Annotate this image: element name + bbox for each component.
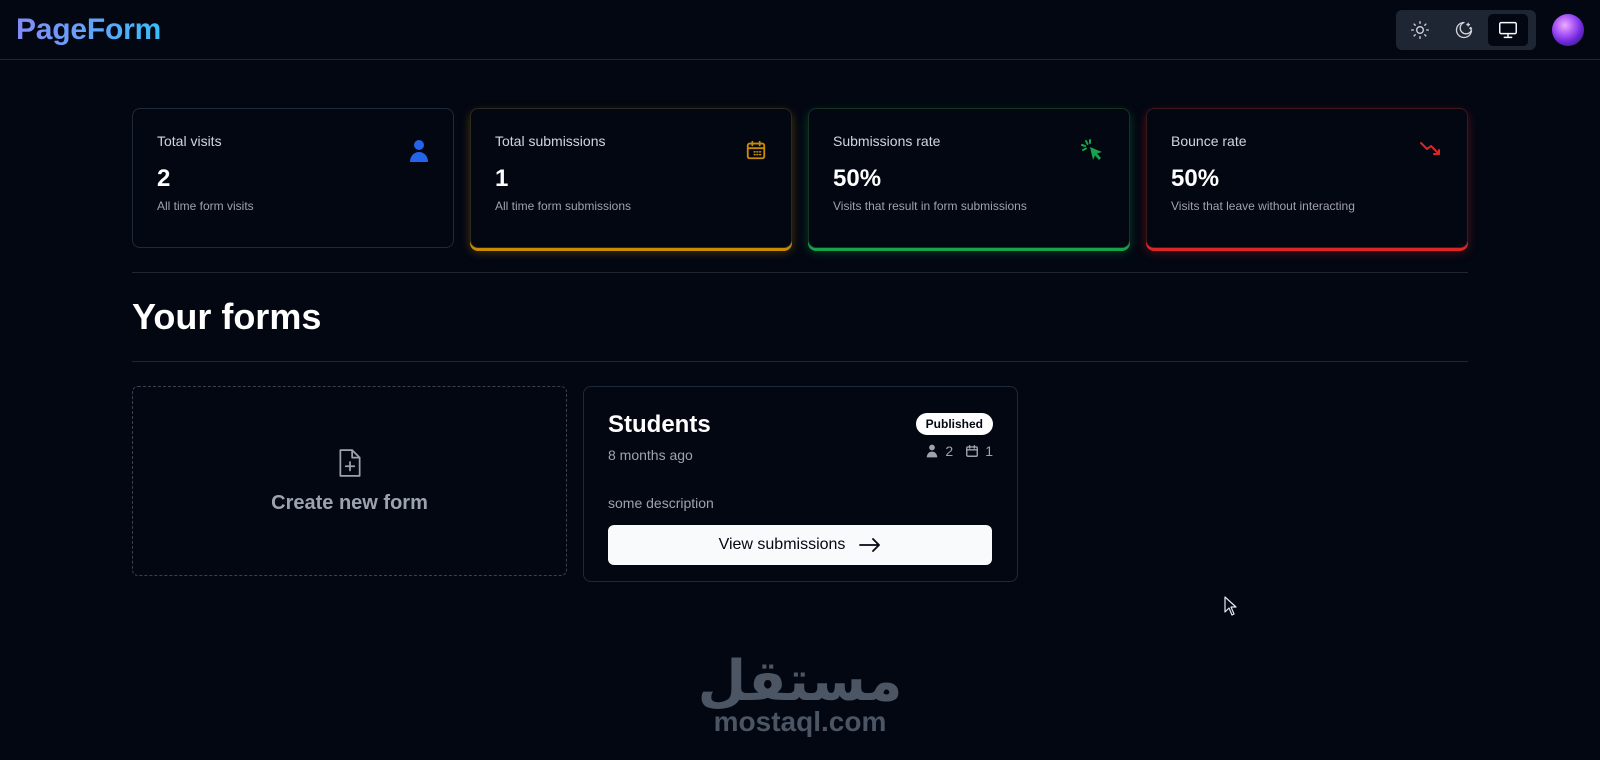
moon-icon <box>1455 21 1473 39</box>
arrow-right-icon <box>859 538 881 552</box>
form-card: Students Published 8 months ago 2 1 some… <box>583 386 1018 582</box>
stat-help-text: Visits that result in form submissions <box>833 199 1027 213</box>
stat-title: Bounce rate <box>1171 133 1247 149</box>
stats-grid: Total visits 2 All time form visits Tota… <box>132 108 1468 248</box>
stat-card-total-submissions: Total submissions 1 All time form submis… <box>470 108 792 248</box>
trending-down-icon <box>1420 142 1440 155</box>
file-plus-icon <box>339 448 360 477</box>
create-form-label: Create new form <box>271 491 428 514</box>
user-icon <box>410 140 428 162</box>
stat-value: 50% <box>833 165 882 192</box>
user-avatar[interactable] <box>1552 14 1584 46</box>
section-divider <box>132 361 1468 362</box>
stat-value: 2 <box>157 165 171 192</box>
view-submissions-label: View submissions <box>718 536 846 553</box>
monitor-icon <box>1499 21 1517 39</box>
form-description: some description <box>608 495 714 511</box>
watermark: مستقل mostaql.com <box>690 650 910 736</box>
view-submissions-button[interactable]: View submissions <box>608 525 992 565</box>
form-stats: 2 1 <box>925 443 993 459</box>
stat-title: Submissions rate <box>833 133 941 149</box>
form-visits-count: 2 <box>945 443 954 459</box>
stat-help-text: Visits that leave without interacting <box>1171 199 1355 213</box>
form-submissions-count: 1 <box>985 443 993 459</box>
sun-icon <box>1411 21 1429 39</box>
calendar-icon <box>746 140 766 160</box>
top-navbar: PageForm <box>0 0 1600 60</box>
theme-light-button[interactable] <box>1400 14 1440 46</box>
stat-help-text: All time form visits <box>157 199 254 213</box>
user-icon <box>927 444 938 458</box>
cursor-click-icon <box>1081 139 1102 160</box>
app-logo[interactable]: PageForm <box>16 13 161 47</box>
status-badge: Published <box>915 413 993 435</box>
stat-title: Total submissions <box>495 133 606 149</box>
calendar-icon <box>966 445 979 457</box>
stat-card-total-visits: Total visits 2 All time form visits <box>132 108 454 248</box>
stat-value: 50% <box>1171 165 1220 192</box>
theme-switcher <box>1396 10 1536 50</box>
stat-value: 1 <box>495 165 509 192</box>
theme-system-button[interactable] <box>1488 14 1528 46</box>
watermark-arabic: مستقل <box>697 649 903 714</box>
section-divider <box>132 272 1468 273</box>
theme-dark-button[interactable] <box>1444 14 1484 46</box>
forms-heading: Your forms <box>132 296 322 337</box>
stat-card-bounce-rate: Bounce rate 50% Visits that leave withou… <box>1146 108 1468 248</box>
stat-card-submission-rate: Submissions rate 50% Visits that result … <box>808 108 1130 248</box>
watermark-latin: mostaql.com <box>713 706 887 737</box>
stat-help-text: All time form submissions <box>495 199 632 213</box>
stat-title: Total visits <box>157 133 222 149</box>
mouse-cursor-icon <box>1224 596 1237 616</box>
create-form-button[interactable]: Create new form <box>132 386 567 576</box>
